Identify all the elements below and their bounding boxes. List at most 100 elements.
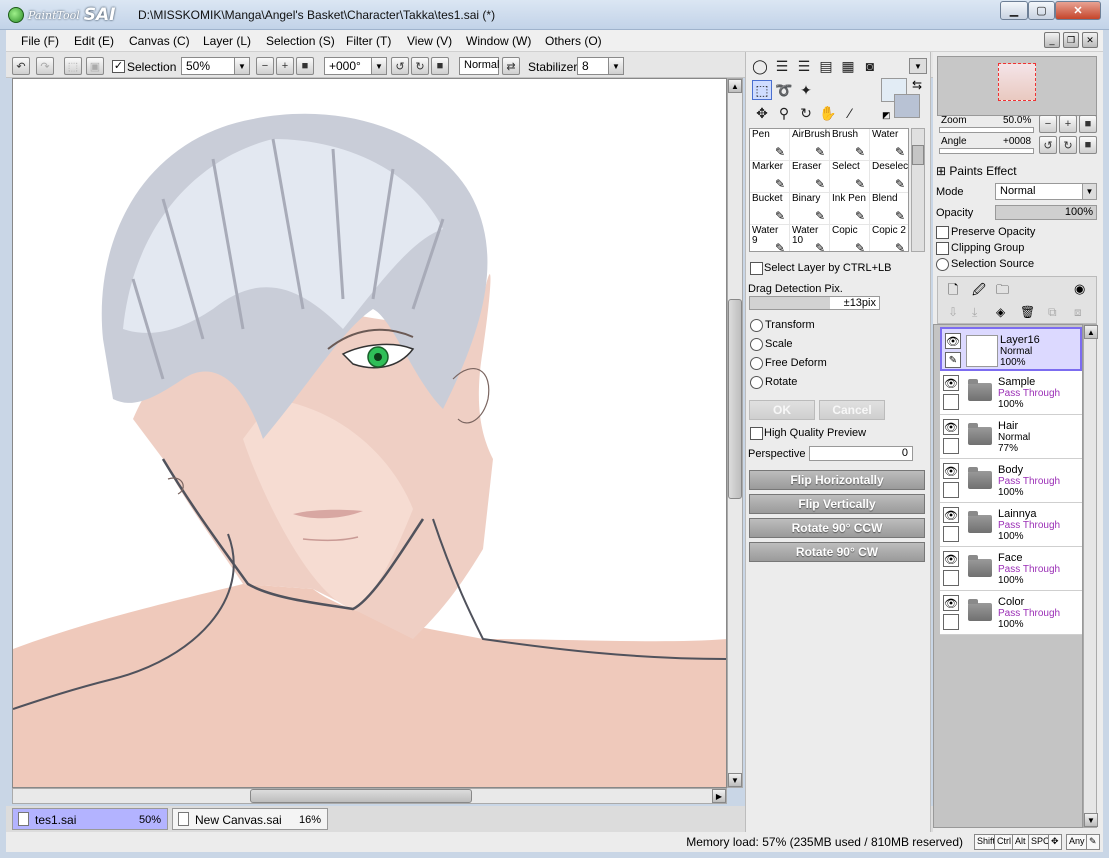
eyedropper-icon[interactable]: ⁄ [840,103,860,123]
canvas-vertical-scrollbar[interactable]: ▲ ▼ [727,78,743,788]
selection-source-radio[interactable] [936,258,949,271]
brush-deselect[interactable]: Deselect ✎ [870,161,908,193]
nav-zoom-reset-button[interactable]: ■ [1079,115,1097,133]
brush-eraser[interactable]: Eraser ✎ [790,161,830,193]
layer-mask-icon[interactable]: ◉ [1074,281,1085,297]
zoom-out-button[interactable]: − [256,57,274,75]
menu-others[interactable]: Others (O) [545,34,602,48]
menu-filter[interactable]: Filter (T) [346,34,391,48]
scroll-down-button[interactable]: ▼ [728,773,742,787]
color-wheel-icon[interactable]: ◯ [750,56,770,76]
mdi-close-button[interactable]: ✕ [1082,32,1098,48]
zoom-in-button[interactable]: + [276,57,294,75]
deselect-button[interactable]: ⬚ [64,57,82,75]
transform-radio[interactable] [750,319,763,332]
swatches-icon[interactable]: ▦ [838,56,858,76]
nav-angle-slider[interactable] [939,148,1034,154]
lasso-icon[interactable]: ➰ [774,80,794,100]
lock-box[interactable] [943,614,959,630]
angle-dropdown[interactable]: ▼ [371,57,387,75]
brush-water-9[interactable]: Water 9 ✎ [750,225,790,251]
layer-item-face[interactable]: 👁 Face Pass Through 100% [940,547,1082,591]
scratchpad-icon[interactable]: ◙ [860,56,880,76]
scale-radio[interactable] [750,338,763,351]
mdi-minimize-button[interactable]: _ [1044,32,1060,48]
eye-icon[interactable]: 👁 [943,507,959,523]
eye-icon[interactable]: 👁 [945,333,961,349]
magic-wand-icon[interactable]: ✦ [796,80,816,100]
merge-visible-icon[interactable]: ⧈ [1074,305,1082,320]
rotate-cw-button[interactable]: Rotate 90° CW [749,542,925,562]
lock-box[interactable] [943,526,959,542]
lock-box[interactable] [943,394,959,410]
brush-select[interactable]: Select ✎ [830,161,870,193]
brush-bucket[interactable]: Bucket ✎ [750,193,790,225]
rotate-radio[interactable] [750,376,763,389]
navigator-preview[interactable] [937,56,1097,116]
nav-rotate-reset-button[interactable]: ■ [1079,136,1097,154]
pen-icon[interactable]: ✎ [945,352,961,368]
menu-selection[interactable]: Selection (S) [266,34,335,48]
lock-box[interactable] [943,438,959,454]
layer-item-color[interactable]: 👁 Color Pass Through 100% [940,591,1082,635]
canvas-horizontal-scrollbar[interactable]: ▶ [12,788,727,804]
cancel-button[interactable]: Cancel [819,400,885,420]
stabilizer-field[interactable]: 8 [577,57,609,75]
menu-canvas[interactable]: Canvas (C) [129,34,190,48]
move-icon[interactable]: ✥ [752,103,772,123]
vertical-scroll-thumb[interactable] [728,299,742,499]
brush-ink-pen[interactable]: Ink Pen ✎ [830,193,870,225]
brush-copic[interactable]: Copic ✎ [830,225,870,251]
tab-tes1[interactable]: tes1.sai 50% [12,808,168,830]
menu-edit[interactable]: Edit (E) [74,34,114,48]
brush-brush[interactable]: Brush ✎ [830,129,870,161]
invert-selection-button[interactable]: ▣ [86,57,104,75]
clear-layer-icon[interactable]: ◈ [996,305,1005,319]
brush-grid-scrollbar[interactable] [911,128,925,252]
menu-view[interactable]: View (V) [407,34,452,48]
horizontal-scroll-thumb[interactable] [250,789,472,803]
new-linework-layer-icon[interactable]: 🖉 [972,281,986,303]
zoom-dropdown[interactable]: ▼ [234,57,250,75]
menu-layer[interactable]: Layer (L) [203,34,251,48]
delete-layer-icon[interactable]: 🗑 [1020,305,1035,319]
brush-blend[interactable]: Blend ✎ [870,193,908,225]
swap-colors-icon[interactable]: ⇆ [912,78,922,92]
brush-water[interactable]: Water ✎ [870,129,908,161]
high-quality-preview-checkbox[interactable] [750,427,763,440]
eye-icon[interactable]: 👁 [943,375,959,391]
hand-icon[interactable]: ✋ [818,103,838,123]
transfer-down-icon[interactable]: ⇩ [948,305,958,319]
opacity-slider[interactable]: 100% [995,205,1097,220]
rotate-cw-button[interactable]: ↻ [411,57,429,75]
rotate-ccw-button[interactable]: ↺ [391,57,409,75]
nav-rotate-ccw-button[interactable]: ↺ [1039,136,1057,154]
eye-icon[interactable]: 👁 [943,463,959,479]
scroll-right-button[interactable]: ▶ [712,789,726,803]
flip-view-button[interactable]: ⇄ [502,57,520,75]
drag-detection-slider[interactable]: ±13pix [749,296,880,310]
brush-airbrush[interactable]: AirBrush ✎ [790,129,830,161]
layer-item-hair[interactable]: 👁 Hair Normal 77% [940,415,1082,459]
maximize-button[interactable]: ▢ [1028,1,1055,20]
nav-rotate-cw-button[interactable]: ↻ [1059,136,1077,154]
undo-button[interactable]: ↶ [12,57,30,75]
new-layer-icon[interactable]: 🗋 [948,281,958,303]
rotate-reset-button[interactable]: ■ [431,57,449,75]
layer-item-sample[interactable]: 👁 Sample Pass Through 100% [940,371,1082,415]
zoom-tool-icon[interactable]: ⚲ [774,103,794,123]
drawing-canvas[interactable] [12,78,727,788]
stabilizer-dropdown[interactable]: ▼ [608,57,624,75]
flip-horizontally-button[interactable]: Flip Horizontally [749,470,925,490]
close-button[interactable]: ✕ [1055,1,1101,20]
duplicate-icon[interactable]: ⧉ [1048,305,1057,320]
mode-select[interactable]: Normal ▼ [995,183,1097,200]
nav-zoom-out-button[interactable]: − [1039,115,1057,133]
minimize-button[interactable]: ▁ [1000,1,1028,20]
zoom-reset-button[interactable]: ■ [296,57,314,75]
ok-button[interactable]: OK [749,400,815,420]
zoom-field[interactable]: 50% [181,57,235,75]
rgb-slider-icon[interactable]: ☰ [772,56,792,76]
tab-new-canvas[interactable]: New Canvas.sai 16% [172,808,328,830]
lock-box[interactable] [943,482,959,498]
